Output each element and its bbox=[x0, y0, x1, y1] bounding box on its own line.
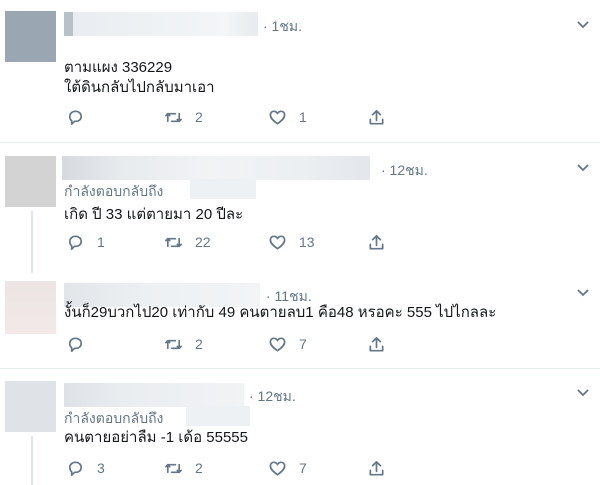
retweet-button[interactable]: 2 bbox=[164, 457, 203, 479]
share-icon bbox=[369, 460, 384, 476]
reply-icon bbox=[68, 109, 83, 125]
retweet-button[interactable]: 2 bbox=[164, 106, 203, 128]
reply-icon bbox=[68, 336, 83, 352]
thread-line bbox=[31, 211, 33, 273]
share-button[interactable] bbox=[367, 333, 386, 355]
replying-to-user[interactable] bbox=[190, 179, 256, 199]
tweet-time[interactable]: · 1ชม. bbox=[263, 16, 302, 38]
share-button[interactable] bbox=[367, 106, 386, 128]
chevron-down-icon[interactable] bbox=[576, 18, 590, 32]
tweet-text-line: ตามแผง 336229 bbox=[64, 59, 173, 76]
share-button[interactable] bbox=[367, 457, 386, 479]
tweet-4: · 12ชม. กำลังตอบกลับถึง คนตายอย่าลืม -1 … bbox=[0, 369, 600, 485]
reply-count: 3 bbox=[97, 460, 105, 476]
like-button[interactable]: 7 bbox=[268, 457, 307, 479]
retweet-icon bbox=[165, 112, 182, 122]
tweet-time[interactable]: · 12ชม. bbox=[249, 386, 296, 408]
reply-button[interactable]: 3 bbox=[66, 457, 105, 479]
avatar[interactable] bbox=[5, 281, 56, 334]
chevron-down-icon[interactable] bbox=[576, 161, 590, 175]
retweet-count: 2 bbox=[195, 336, 203, 352]
replying-to-user[interactable] bbox=[186, 406, 250, 426]
tweet-time[interactable]: · 12ชม. bbox=[381, 160, 428, 182]
reply-button[interactable]: 1 bbox=[66, 231, 105, 253]
like-count: 1 bbox=[299, 109, 307, 125]
like-count: 13 bbox=[299, 234, 315, 250]
retweet-button[interactable]: 2 bbox=[164, 333, 203, 355]
retweet-count: 22 bbox=[195, 234, 211, 250]
like-count: 7 bbox=[299, 460, 307, 476]
reply-count: 1 bbox=[97, 234, 105, 250]
chevron-down-icon[interactable] bbox=[576, 386, 590, 400]
retweet-icon bbox=[165, 463, 182, 473]
tweet-actions: 3 2 7 bbox=[64, 457, 394, 479]
chevron-down-icon[interactable] bbox=[576, 286, 590, 300]
tweet-3: · 11ชม. งั้นก็29บวกไป20 เท่ากับ 49 คนตาย… bbox=[0, 273, 600, 366]
tweet-text-line: ใต้ดินกลับไปกลับมาเอา bbox=[64, 79, 215, 96]
heart-icon bbox=[269, 336, 286, 352]
avatar[interactable] bbox=[5, 11, 56, 62]
author-name[interactable] bbox=[64, 12, 258, 36]
avatar[interactable] bbox=[5, 156, 56, 207]
replying-to-label: กำลังตอบกลับถึง bbox=[64, 410, 164, 426]
retweet-button[interactable]: 22 bbox=[164, 231, 211, 253]
tweet-text-line: เกิด ปี 33 แต่ตายมา 20 ปีละ bbox=[64, 206, 244, 223]
avatar[interactable] bbox=[5, 381, 56, 432]
retweet-count: 2 bbox=[195, 460, 203, 476]
tweet-2: · 12ชม. กำลังตอบกลับถึง เกิด ปี 33 แต่ตา… bbox=[0, 143, 600, 273]
thread-line bbox=[31, 436, 33, 485]
tweet-actions: 1 22 13 bbox=[64, 231, 394, 253]
like-button[interactable]: 13 bbox=[268, 231, 315, 253]
reply-icon bbox=[68, 234, 83, 250]
heart-icon bbox=[269, 234, 286, 250]
heart-icon bbox=[269, 460, 286, 476]
retweet-icon bbox=[165, 339, 182, 349]
retweet-icon bbox=[165, 237, 182, 247]
replying-to-label: กำลังตอบกลับถึง bbox=[64, 183, 164, 199]
share-icon bbox=[369, 336, 384, 352]
heart-icon bbox=[269, 109, 286, 125]
share-button[interactable] bbox=[367, 231, 386, 253]
like-button[interactable]: 1 bbox=[268, 106, 307, 128]
like-count: 7 bbox=[299, 336, 307, 352]
reply-button[interactable] bbox=[66, 106, 97, 128]
author-name[interactable] bbox=[62, 156, 370, 180]
tweet-1: · 1ชม. ตามแผง 336229 ใต้ดินกลับไปกลับมาเ… bbox=[0, 0, 600, 142]
like-button[interactable]: 7 bbox=[268, 333, 307, 355]
reply-button[interactable] bbox=[66, 333, 97, 355]
retweet-count: 2 bbox=[195, 109, 203, 125]
tweet-actions: 2 1 bbox=[64, 106, 394, 128]
share-icon bbox=[369, 109, 384, 125]
share-icon bbox=[369, 234, 384, 250]
author-name[interactable] bbox=[64, 383, 244, 407]
tweet-actions: 2 7 bbox=[64, 333, 394, 355]
tweet-text-line: คนตายอย่าลืม -1 เด้อ 55555 bbox=[64, 429, 248, 446]
reply-icon bbox=[68, 460, 83, 476]
tweet-text-line: งั้นก็29บวกไป20 เท่ากับ 49 คนตายลบ1 คือ4… bbox=[64, 304, 497, 321]
